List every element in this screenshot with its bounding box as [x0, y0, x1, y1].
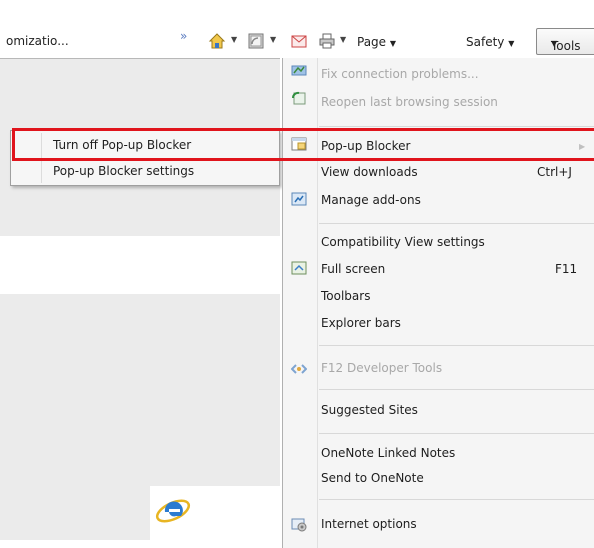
page-menu-label: Page: [357, 35, 387, 49]
menu-separator: [319, 345, 594, 346]
highlight-annotation-box: [12, 128, 594, 161]
full-screen-icon: [291, 260, 307, 276]
safety-menu-button[interactable]: Safety ▼: [466, 35, 514, 49]
compatibility-view-settings-item[interactable]: Compatibility View settings: [321, 235, 485, 249]
feeds-icon[interactable]: [247, 32, 265, 50]
page-white-band: [0, 236, 280, 294]
toolbars-item[interactable]: Toolbars: [321, 289, 370, 303]
f12-developer-tools-item[interactable]: F12 Developer Tools: [321, 361, 442, 375]
feeds-dropdown-caret[interactable]: ▼: [270, 35, 276, 44]
send-to-onenote-item[interactable]: Send to OneNote: [321, 471, 424, 485]
reopen-last-session-item[interactable]: Reopen last browsing session: [321, 95, 498, 109]
manage-add-ons-item[interactable]: Manage add-ons: [321, 193, 421, 207]
safety-menu-label: Safety: [466, 35, 505, 49]
page-menu-button[interactable]: Page ▼: [357, 35, 396, 49]
view-downloads-item[interactable]: View downloads: [321, 165, 418, 179]
home-dropdown-caret[interactable]: ▼: [231, 35, 237, 44]
tools-menu-caret: ▼: [551, 39, 558, 48]
safety-menu-caret: ▼: [508, 39, 515, 48]
network-repair-icon: [291, 62, 307, 78]
view-downloads-shortcut: Ctrl+J: [537, 165, 572, 179]
print-dropdown-caret[interactable]: ▼: [340, 35, 346, 44]
full-screen-item[interactable]: Full screen: [321, 262, 385, 276]
internet-explorer-logo: [154, 494, 192, 531]
print-icon[interactable]: [318, 32, 336, 50]
internet-options-item[interactable]: Internet options: [321, 517, 417, 531]
developer-tools-icon: [290, 361, 308, 377]
reopen-session-icon: [291, 90, 307, 106]
menu-separator: [319, 223, 594, 224]
command-bar: omizatio... » ▼ ▼ ▼ Page ▼ Safety ▼ Tool…: [0, 0, 594, 58]
menu-separator: [319, 389, 594, 390]
fix-connection-problems-item[interactable]: Fix connection problems...: [321, 67, 479, 81]
menu-separator: [319, 499, 594, 500]
add-ons-icon: [291, 191, 307, 207]
menu-separator: [319, 433, 594, 434]
tab-title[interactable]: omizatio...: [6, 34, 69, 48]
internet-options-icon: [291, 516, 307, 532]
suggested-sites-item[interactable]: Suggested Sites: [321, 403, 418, 417]
full-screen-shortcut: F11: [555, 262, 578, 276]
page-menu-caret: ▼: [389, 39, 397, 48]
explorer-bars-item[interactable]: Explorer bars: [321, 316, 401, 330]
menu-separator: [319, 126, 594, 127]
home-icon[interactable]: [207, 32, 227, 50]
read-mail-icon[interactable]: [290, 32, 308, 50]
tools-menu-button[interactable]: Tools ▼: [536, 28, 594, 55]
popup-blocker-settings-item[interactable]: Pop-up Blocker settings: [53, 164, 194, 178]
chevron-overflow-icon[interactable]: »: [180, 29, 187, 43]
onenote-linked-notes-item[interactable]: OneNote Linked Notes: [321, 446, 455, 460]
